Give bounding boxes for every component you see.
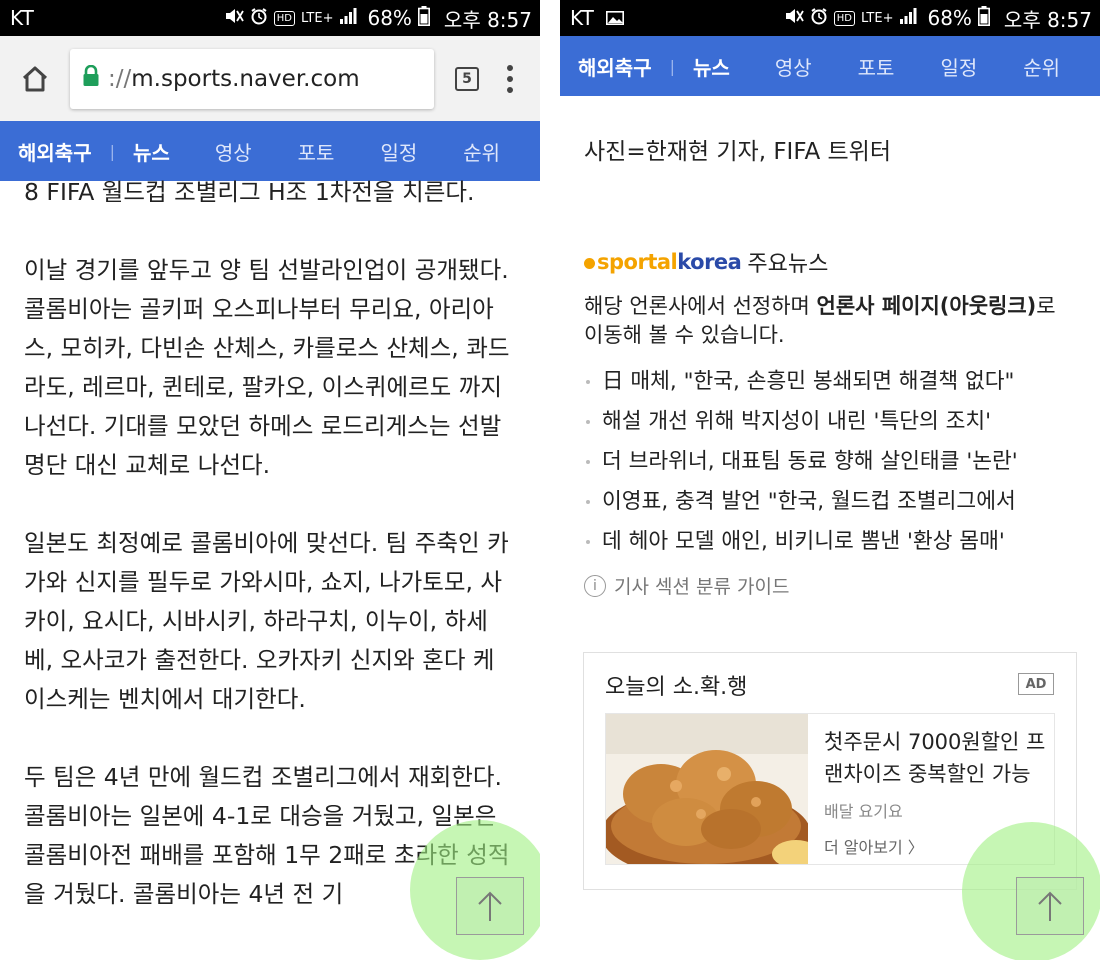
tab-ranking[interactable]: 순위 [463, 137, 500, 166]
ad-title: 오늘의 소.확.행 [605, 675, 748, 700]
hd-icon: HD [273, 10, 295, 26]
news-link-item[interactable]: 더 브라위너, 대표팀 동료 향해 살인태클 '논란' [584, 442, 1076, 482]
nav-brand[interactable]: 해외축구 [578, 52, 652, 81]
ad-source: 배달 요기요 [824, 802, 903, 821]
arrow-up-icon [478, 891, 502, 921]
arrow-up-icon [1038, 891, 1062, 921]
photo-caption: 사진=한재현 기자, FIFA 트위터 [584, 139, 891, 165]
article-paragraph: 일본도 최정예로 콜롬비아에 맞선다. 팀 주축인 카가와 신지를 필두로 가와… [24, 529, 509, 713]
hd-icon: HD [833, 10, 855, 26]
screenshot-divider [540, 0, 560, 960]
clock: 오후 8:57 [443, 7, 532, 32]
browser-toolbar: :// m.sports.naver.com 5 [0, 36, 540, 121]
section-guide-link[interactable]: i 기사 섹션 분류 가이드 [560, 572, 1100, 599]
sportalkorea-logo[interactable]: sportalkorea [584, 250, 742, 274]
sports-nav: 해외축구 | 뉴스 영상 포토 일정 순위 [560, 36, 1100, 96]
tab-ranking[interactable]: 순위 [1023, 52, 1060, 81]
signal-icon [339, 8, 357, 28]
url-host: m.sports.naver.com [131, 65, 360, 92]
home-button[interactable] [10, 54, 60, 104]
image-notification-icon [605, 11, 624, 25]
battery-percent: 68% [927, 6, 972, 30]
news-link-item[interactable]: 日 매체, "한국, 손흥민 봉쇄되면 해결책 없다" [584, 362, 1076, 402]
press-news-description: 해당 언론사에서 선정하며 언론사 페이지(아웃링크)로 이동해 볼 수 있습니… [584, 294, 1056, 347]
article-paragraph: 8 FIFA 월드컵 조별리그 H조 1차전을 치른다. [24, 178, 475, 206]
carrier-label: KT [570, 6, 594, 30]
battery-icon [417, 6, 430, 30]
nav-brand[interactable]: 해외축구 [18, 137, 92, 166]
battery-icon [977, 6, 990, 30]
news-link-item[interactable]: 해설 개선 위해 박지성이 내린 '특단의 조치' [584, 402, 1076, 442]
article-body: 8 FIFA 월드컵 조별리그 H조 1차전을 치른다. 이날 경기를 앞두고 … [0, 173, 540, 914]
info-icon: i [584, 574, 606, 597]
tab-schedule[interactable]: 일정 [380, 137, 417, 166]
nav-separator: | [669, 56, 675, 76]
battery-percent: 68% [367, 6, 412, 30]
status-bar: KT HD LTE+ 68% 오후 8:57 [560, 0, 1100, 36]
tab-video[interactable]: 영상 [775, 52, 812, 81]
section-guide-label: 기사 섹션 분류 가이드 [614, 576, 790, 598]
network-type-label: LTE+ [860, 10, 894, 26]
alarm-icon [250, 7, 268, 29]
news-link-item[interactable]: 이영표, 충격 발언 "한국, 월드컵 조별리그에서 [584, 482, 1076, 522]
status-icons: HD LTE+ 68% 오후 8:57 [784, 4, 1092, 33]
tab-switcher-button[interactable]: 5 [444, 54, 490, 104]
fried-chicken-image [606, 714, 808, 864]
tab-count: 5 [455, 66, 479, 91]
scroll-to-top-button[interactable] [1016, 877, 1084, 935]
left-screen: KT HD LTE+ 68% 오후 8:57:// m.sports.nave… [0, 0, 540, 960]
tab-schedule[interactable]: 일정 [940, 52, 977, 81]
press-news-list: 日 매체, "한국, 손흥민 봉쇄되면 해결책 없다" 해설 개선 위해 박지성… [584, 362, 1076, 562]
mute-icon [224, 7, 244, 29]
status-bar: KT HD LTE+ 68% 오후 8:57 [0, 0, 540, 36]
news-link-item[interactable]: 데 헤아 모델 애인, 비키니로 뽐낸 '환상 몸매' [584, 522, 1076, 562]
clock: 오후 8:57 [1003, 7, 1092, 32]
status-icons: HD LTE+ 68% 오후 8:57 [224, 4, 532, 33]
lock-icon [82, 64, 100, 93]
tab-news[interactable]: 뉴스 [693, 52, 730, 81]
overflow-menu-icon[interactable] [490, 54, 530, 104]
press-news-title: 주요뉴스 [747, 252, 829, 277]
nav-separator: | [109, 141, 115, 161]
article-paragraph: 이날 경기를 앞두고 양 팀 선발라인업이 공개됐다. 콜롬비아는 골키퍼 오스… [24, 256, 510, 479]
press-news-header: sportalkorea 주요뉴스 [584, 246, 1076, 278]
tab-video[interactable]: 영상 [215, 137, 252, 166]
carrier-label: KT [10, 6, 34, 30]
alarm-icon [810, 7, 828, 29]
url-scheme: :// [108, 65, 132, 92]
press-top-news: sportalkorea 주요뉴스 해당 언론사에서 선정하며 언론사 페이지(… [560, 246, 1100, 562]
right-screen: KT HD LTE+ 68% 오후 8:57 해외축구 | 뉴스 영상 포토 일… [560, 0, 1100, 960]
sports-nav: 해외축구 | 뉴스 영상 포토 일정 순위 [0, 121, 540, 181]
ad-badge[interactable]: AD [1018, 673, 1054, 695]
scroll-to-top-button[interactable] [456, 877, 524, 935]
network-type-label: LTE+ [300, 10, 334, 26]
tab-photo[interactable]: 포토 [858, 52, 895, 81]
signal-icon [899, 8, 917, 28]
tab-news[interactable]: 뉴스 [133, 137, 170, 166]
home-icon [22, 66, 48, 91]
url-bar[interactable]: :// m.sports.naver.com [70, 48, 434, 109]
mute-icon [784, 7, 804, 29]
tab-photo[interactable]: 포토 [298, 137, 335, 166]
ad-headline: 첫주문시 7000원할인 프랜차이즈 중복할인 가능 [824, 730, 1046, 786]
